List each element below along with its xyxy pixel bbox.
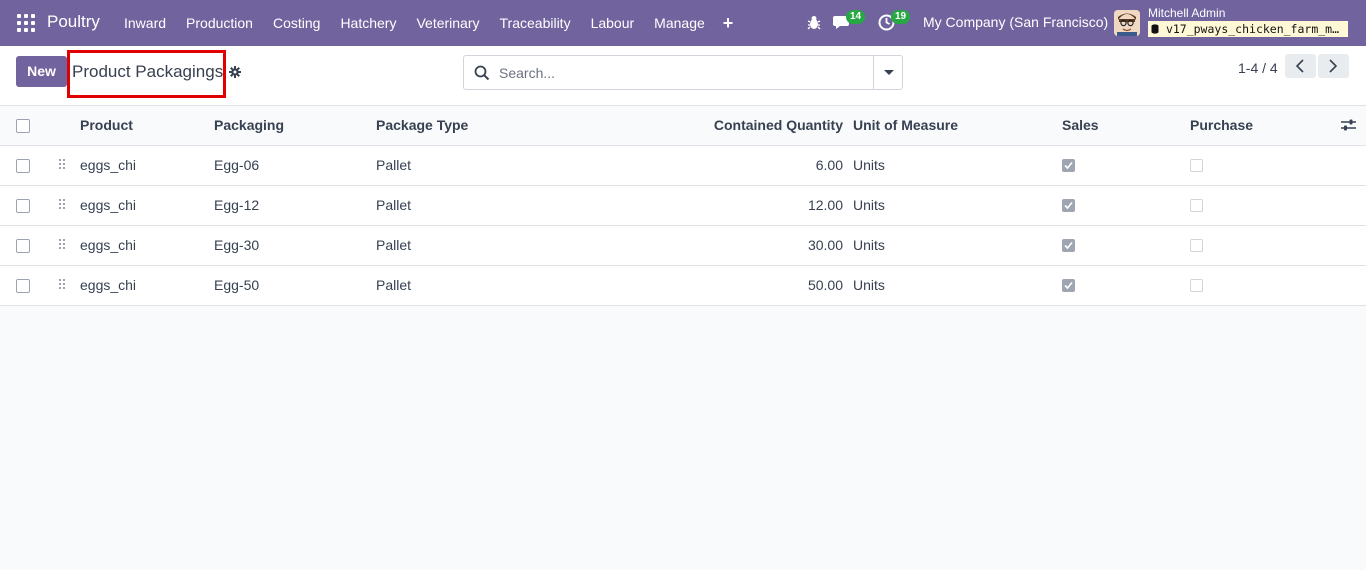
search-input[interactable] xyxy=(499,63,869,83)
purchase-checkbox xyxy=(1190,159,1203,172)
purchase-checkbox xyxy=(1190,239,1203,252)
sales-checkbox xyxy=(1062,279,1075,292)
cell-product: eggs_chi xyxy=(80,237,137,253)
column-settings-icon[interactable] xyxy=(1341,118,1356,135)
company-switcher[interactable]: My Company (San Francisco) xyxy=(923,14,1108,30)
search-icon[interactable] xyxy=(474,65,490,84)
user-name[interactable]: Mitchell Admin xyxy=(1148,6,1225,20)
purchase-checkbox xyxy=(1190,199,1203,212)
drag-handle-icon[interactable] xyxy=(59,199,67,213)
cell-package-type: Pallet xyxy=(376,277,412,293)
header-contained-quantity[interactable]: Contained Quantity xyxy=(714,106,843,145)
cell-contained-quantity: 12.00 xyxy=(807,197,843,213)
menu-item-hatchery[interactable]: Hatchery xyxy=(330,0,406,46)
drag-handle-icon[interactable] xyxy=(59,239,67,253)
menu-item-costing[interactable]: Costing xyxy=(263,0,330,46)
menu-item-veterinary[interactable]: Veterinary xyxy=(406,0,489,46)
table-row[interactable]: eggs_chi Egg-12 Pallet 12.00 Units xyxy=(0,186,1366,226)
table-row[interactable]: eggs_chi Egg-30 Pallet 30.00 Units xyxy=(0,226,1366,266)
cell-unit-of-measure: Units xyxy=(853,197,885,213)
main-menu: Inward Production Costing Hatchery Veter… xyxy=(114,0,741,46)
header-sales[interactable]: Sales xyxy=(1062,106,1099,145)
cell-package-type: Pallet xyxy=(376,237,412,253)
cell-unit-of-measure: Units xyxy=(853,237,885,253)
select-all-checkbox[interactable] xyxy=(16,119,30,133)
cell-package-type: Pallet xyxy=(376,197,412,213)
pager-value[interactable]: 1-4 / 4 xyxy=(1238,60,1278,76)
drag-handle-icon[interactable] xyxy=(59,279,67,293)
cell-unit-of-measure: Units xyxy=(853,157,885,173)
apps-grid-icon[interactable] xyxy=(17,14,35,32)
table-row[interactable]: eggs_chi Egg-50 Pallet 50.00 Units xyxy=(0,266,1366,306)
row-checkbox[interactable] xyxy=(16,199,30,213)
header-package-type[interactable]: Package Type xyxy=(376,106,468,145)
table-row[interactable]: eggs_chi Egg-06 Pallet 6.00 Units xyxy=(0,146,1366,186)
cell-packaging: Egg-50 xyxy=(214,277,260,293)
top-navbar: Poultry Inward Production Costing Hatche… xyxy=(0,0,1366,46)
header-product[interactable]: Product xyxy=(80,106,133,145)
new-button[interactable]: New xyxy=(16,56,67,87)
menu-item-inward[interactable]: Inward xyxy=(114,0,176,46)
sales-checkbox xyxy=(1062,239,1075,252)
menu-item-labour[interactable]: Labour xyxy=(581,0,645,46)
cell-packaging: Egg-06 xyxy=(214,157,260,173)
chevron-right-icon xyxy=(1329,59,1337,73)
row-checkbox[interactable] xyxy=(16,279,30,293)
page-title: Product Packagings xyxy=(72,62,224,81)
cell-contained-quantity: 30.00 xyxy=(807,237,843,253)
caret-down-icon[interactable] xyxy=(873,56,902,89)
avatar[interactable] xyxy=(1114,10,1140,36)
sales-checkbox xyxy=(1062,159,1075,172)
purchase-checkbox xyxy=(1190,279,1203,292)
database-name: v17_pways_chicken_farm_m… xyxy=(1165,22,1340,36)
row-checkbox[interactable] xyxy=(16,159,30,173)
header-packaging[interactable]: Packaging xyxy=(214,106,284,145)
add-menu-button[interactable]: + xyxy=(715,0,742,46)
cell-packaging: Egg-12 xyxy=(214,197,260,213)
control-panel: New Product Packagings 1-4 / 4 xyxy=(0,46,1366,106)
chevron-left-icon xyxy=(1296,59,1304,73)
drag-handle-icon[interactable] xyxy=(59,159,67,173)
cell-product: eggs_chi xyxy=(80,277,137,293)
row-checkbox[interactable] xyxy=(16,239,30,253)
pager-previous-button[interactable] xyxy=(1285,54,1316,78)
table-header: Product Packaging Package Type Contained… xyxy=(0,106,1366,146)
sales-checkbox xyxy=(1062,199,1075,212)
activities-badge: 19 xyxy=(891,10,911,24)
cell-package-type: Pallet xyxy=(376,157,412,173)
packaging-list: Product Packaging Package Type Contained… xyxy=(0,106,1366,306)
header-unit-of-measure[interactable]: Unit of Measure xyxy=(853,106,958,145)
cell-packaging: Egg-30 xyxy=(214,237,260,253)
cell-product: eggs_chi xyxy=(80,197,137,213)
bug-icon[interactable] xyxy=(807,15,821,33)
menu-item-manage[interactable]: Manage xyxy=(644,0,715,46)
cell-contained-quantity: 50.00 xyxy=(807,277,843,293)
menu-item-traceability[interactable]: Traceability xyxy=(490,0,581,46)
gear-icon[interactable] xyxy=(229,65,241,81)
pager-next-button[interactable] xyxy=(1318,54,1349,78)
menu-item-production[interactable]: Production xyxy=(176,0,263,46)
database-icon xyxy=(1151,24,1159,34)
cell-product: eggs_chi xyxy=(80,157,137,173)
cell-unit-of-measure: Units xyxy=(853,277,885,293)
database-chip: v17_pways_chicken_farm_m… xyxy=(1148,21,1348,37)
cell-contained-quantity: 6.00 xyxy=(815,157,843,173)
search-bar xyxy=(463,55,903,90)
messages-badge: 14 xyxy=(846,10,866,24)
header-purchase[interactable]: Purchase xyxy=(1190,106,1253,145)
app-brand[interactable]: Poultry xyxy=(47,12,100,32)
